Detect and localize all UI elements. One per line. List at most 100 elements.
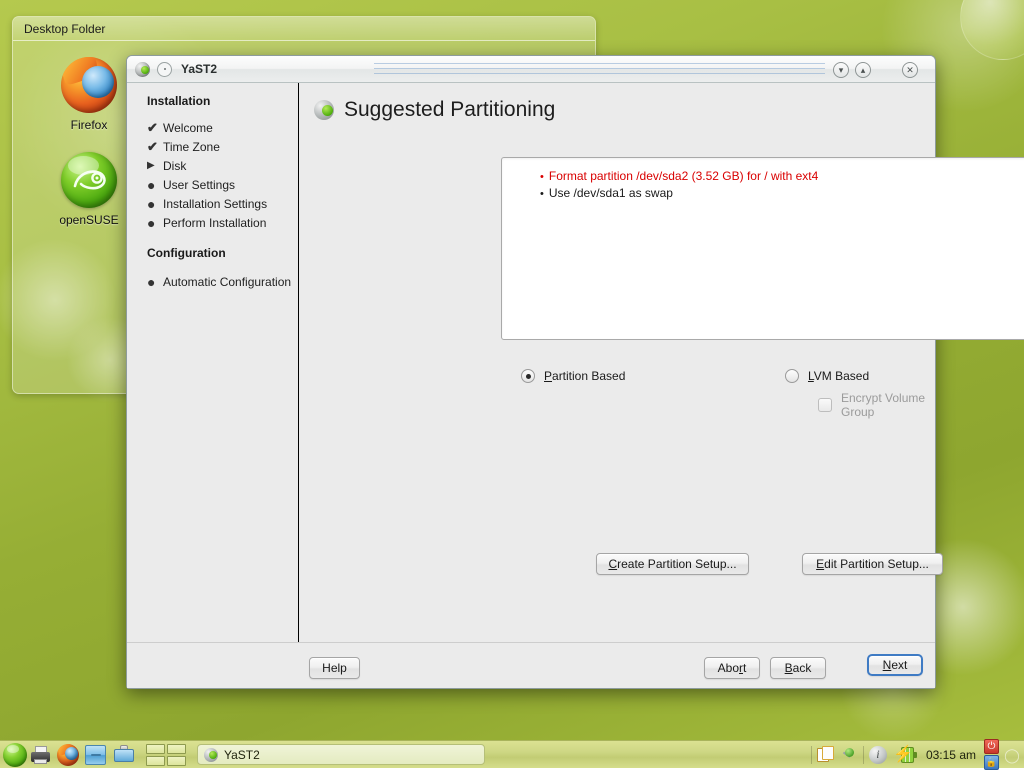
label-rest: artition Based bbox=[552, 369, 625, 383]
sidebar-item-label: Installation Settings bbox=[163, 197, 267, 211]
chevron-up-icon[interactable]: ▴ bbox=[855, 62, 871, 78]
firefox-icon[interactable] bbox=[57, 742, 83, 768]
show-desktop-icon[interactable]: ◯ bbox=[1004, 746, 1020, 764]
info-icon[interactable]: i bbox=[869, 746, 887, 764]
firefox-icon bbox=[61, 57, 117, 113]
pager-desktop-1[interactable] bbox=[146, 744, 165, 754]
list-item-text: Use /dev/sda1 as swap bbox=[549, 185, 673, 201]
bullet-icon: ● bbox=[147, 217, 163, 229]
opensuse-menu-icon[interactable] bbox=[3, 743, 27, 767]
sidebar-item-label: Welcome bbox=[163, 121, 213, 135]
help-button-label: Help bbox=[322, 661, 347, 675]
radio-partition-based[interactable]: Partition Based bbox=[521, 369, 625, 383]
back-button[interactable]: Back bbox=[770, 657, 826, 679]
radio-lvm-based-label: LVM Based bbox=[808, 369, 869, 383]
taskbar-task-yast2[interactable]: YaST2 bbox=[197, 744, 485, 765]
radio-partition-based-label: Partition Based bbox=[544, 369, 625, 383]
wallpaper-orb-decoration bbox=[960, 0, 1024, 60]
list-item-text: Format partition /dev/sda2 (3.52 GB) for… bbox=[549, 168, 818, 184]
sidebar-item-label: Time Zone bbox=[163, 140, 220, 154]
label-rest: dit Partition Setup... bbox=[824, 557, 929, 571]
partition-summary-list: • Format partition /dev/sda2 (3.52 GB) f… bbox=[501, 157, 1024, 340]
help-button[interactable]: Help bbox=[309, 657, 360, 679]
pin-icon[interactable] bbox=[840, 746, 858, 764]
display-icon[interactable] bbox=[113, 742, 139, 768]
yast-icon bbox=[204, 748, 218, 762]
tray-divider bbox=[811, 746, 812, 764]
accel-char: C bbox=[608, 557, 617, 571]
accel-char: E bbox=[816, 557, 824, 571]
sidebar-item-user-settings: ● User Settings bbox=[147, 175, 298, 194]
pager-desktop-4[interactable] bbox=[167, 756, 186, 766]
desktop-background: Desktop Folder Firefox o bbox=[0, 0, 1024, 768]
clipboard-icon[interactable] bbox=[817, 746, 835, 764]
accel-char: B bbox=[785, 661, 793, 675]
triangle-right-icon: ▶ bbox=[147, 160, 163, 171]
sidebar-item-disk: ▶ Disk bbox=[147, 156, 298, 175]
pager-desktop-2[interactable] bbox=[167, 744, 186, 754]
checkbox-encrypt-volume-group[interactable]: Encrypt Volume Group bbox=[818, 391, 935, 419]
session-buttons: ⏻ 🔒 bbox=[984, 739, 999, 770]
sidebar-heading-configuration: Configuration bbox=[147, 246, 298, 260]
sidebar-item-welcome: ✔ Welcome bbox=[147, 118, 298, 137]
sidebar-item-automatic-configuration: ● Automatic Configuration bbox=[147, 272, 298, 291]
yast-icon bbox=[135, 62, 150, 77]
list-item: • Use /dev/sda1 as swap bbox=[540, 185, 1024, 202]
list-item: • Format partition /dev/sda2 (3.52 GB) f… bbox=[540, 168, 1024, 185]
desktop-pager[interactable] bbox=[146, 744, 188, 766]
shade-icon[interactable] bbox=[157, 62, 172, 77]
drawer-icon[interactable] bbox=[85, 742, 111, 768]
yast-icon bbox=[314, 100, 334, 120]
create-partition-setup-button[interactable]: Create Partition Setup... bbox=[596, 553, 749, 575]
sidebar-item-label: Automatic Configuration bbox=[163, 275, 291, 289]
main-content-area: Suggested Partitioning • Format partitio… bbox=[299, 83, 935, 688]
checkbox-indicator[interactable] bbox=[818, 398, 832, 412]
bullet-icon: • bbox=[540, 186, 544, 202]
label-post: t bbox=[743, 661, 746, 675]
geeko-glyph bbox=[61, 152, 117, 208]
radio-indicator[interactable] bbox=[521, 369, 535, 383]
desktop-folder-title: Desktop Folder bbox=[13, 17, 595, 41]
abort-button[interactable]: Abort bbox=[704, 657, 760, 679]
pager-desktop-3[interactable] bbox=[146, 756, 165, 766]
sidebar-item-time-zone: ✔ Time Zone bbox=[147, 137, 298, 156]
close-icon[interactable]: ✕ bbox=[902, 62, 918, 78]
check-icon: ✔ bbox=[147, 139, 163, 155]
sidebar-item-perform-installation: ● Perform Installation bbox=[147, 213, 298, 232]
label-rest: VM Based bbox=[814, 369, 869, 383]
page-title: Suggested Partitioning bbox=[344, 98, 555, 122]
bullet-icon: ● bbox=[147, 198, 163, 210]
radio-indicator[interactable] bbox=[785, 369, 799, 383]
printer-icon[interactable] bbox=[29, 742, 55, 768]
bullet-icon: • bbox=[540, 169, 544, 185]
power-icon[interactable]: ⏻ bbox=[984, 739, 999, 754]
label-rest: ack bbox=[793, 661, 812, 675]
sidebar-item-label: User Settings bbox=[163, 178, 235, 192]
accel-char: P bbox=[544, 369, 552, 383]
tray-divider bbox=[863, 746, 864, 764]
chevron-down-icon[interactable]: ▾ bbox=[833, 62, 849, 78]
label-rest: reate Partition Setup... bbox=[617, 557, 736, 571]
bullet-icon: ● bbox=[147, 179, 163, 191]
label-rest: ext bbox=[891, 658, 907, 672]
window-title: YaST2 bbox=[181, 62, 217, 76]
battery-charging-icon[interactable]: ⚡ bbox=[892, 746, 918, 764]
opensuse-icon bbox=[61, 152, 117, 208]
checkbox-encrypt-volume-group-label: Encrypt Volume Group bbox=[841, 391, 935, 419]
taskbar: YaST2 i ⚡ 03:15 am ⏻ 🔒 ◯ bbox=[0, 740, 1024, 768]
bullet-icon: ● bbox=[147, 276, 163, 288]
radio-lvm-based[interactable]: LVM Based bbox=[785, 369, 869, 383]
window-footer: Help Abort Back Next bbox=[127, 642, 935, 688]
edit-partition-setup-button[interactable]: Edit Partition Setup... bbox=[802, 553, 943, 575]
clock[interactable]: 03:15 am bbox=[923, 748, 979, 762]
sidebar-item-label: Perform Installation bbox=[163, 216, 266, 230]
system-tray: i ⚡ 03:15 am ⏻ 🔒 ◯ bbox=[811, 739, 1024, 770]
titlebar-stripes-decoration bbox=[374, 61, 825, 77]
next-button[interactable]: Next bbox=[867, 654, 923, 676]
sidebar-heading-installation: Installation bbox=[147, 94, 298, 108]
sidebar-item-installation-settings: ● Installation Settings bbox=[147, 194, 298, 213]
window-titlebar[interactable]: YaST2 ▾ ▴ ✕ bbox=[127, 56, 935, 83]
label-pre: Abo bbox=[718, 661, 739, 675]
page-header: Suggested Partitioning bbox=[314, 98, 935, 122]
sidebar-item-label: Disk bbox=[163, 159, 186, 173]
